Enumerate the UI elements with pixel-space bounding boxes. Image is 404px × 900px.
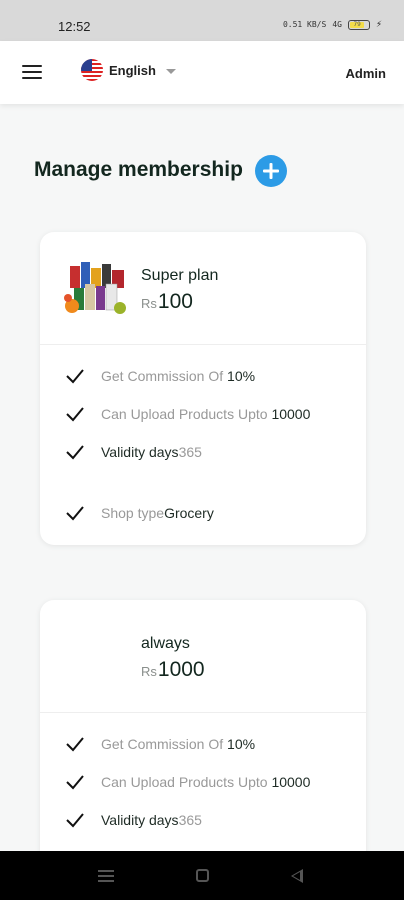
- language-selector[interactable]: English: [81, 59, 176, 81]
- app-bar: English Admin: [0, 41, 404, 104]
- feature-validity: Validity days365: [40, 433, 366, 471]
- feature-value: 10%: [227, 368, 256, 384]
- feature-label: Validity days: [101, 812, 179, 828]
- feature-value: 10000: [271, 406, 311, 422]
- battery-level: 79: [349, 21, 365, 28]
- currency-label: Rs: [141, 296, 157, 311]
- currency-label: Rs: [141, 664, 157, 679]
- feature-label: Validity days: [101, 444, 179, 460]
- checkmark-icon: [66, 775, 84, 790]
- network-speed: 0.51 KB/S: [282, 20, 327, 29]
- price-amount: 1000: [157, 658, 205, 681]
- feature-label: Can Upload Products Upto: [101, 406, 272, 422]
- feature-label: Can Upload Products Upto: [101, 774, 272, 790]
- feature-shop-type: Shop typeGrocery: [40, 494, 366, 532]
- feature-value: 365: [178, 444, 202, 460]
- plan-name: Super plan: [141, 267, 219, 284]
- checkmark-icon: [66, 407, 84, 422]
- checkmark-icon: [66, 506, 84, 521]
- checkmark-icon: [66, 445, 84, 460]
- membership-card[interactable]: always Rs 1000 Get Commission Of 10% Can…: [40, 600, 366, 880]
- membership-card[interactable]: Super plan Rs 100 Get Commission Of 10% …: [40, 232, 366, 545]
- plan-price: Rs 1000: [141, 658, 205, 682]
- checkmark-icon: [66, 737, 84, 752]
- card-header: Super plan Rs 100: [40, 232, 366, 345]
- feature-list: Get Commission Of 10% Can Upload Product…: [40, 713, 366, 839]
- feature-label: Get Commission Of: [101, 736, 228, 752]
- hamburger-menu-icon[interactable]: [22, 65, 42, 79]
- status-icons: 0.51 KB/S 4G 79 ⚡: [283, 19, 382, 30]
- status-time: 12:52: [58, 19, 91, 34]
- charging-icon: ⚡: [375, 19, 382, 30]
- status-bar: 12:52 0.51 KB/S 4G 79 ⚡: [0, 0, 404, 41]
- battery-icon: 79: [347, 19, 370, 30]
- plan-name: always: [141, 635, 190, 652]
- us-flag-icon: [81, 59, 103, 81]
- home-icon[interactable]: [196, 869, 209, 882]
- back-icon[interactable]: [291, 869, 303, 883]
- price-amount: 100: [157, 290, 193, 313]
- language-label: English: [109, 62, 156, 78]
- feature-value: 10%: [227, 736, 256, 752]
- feature-label: Shop type: [101, 505, 165, 521]
- checkmark-icon: [66, 813, 84, 828]
- card-header: always Rs 1000: [40, 600, 366, 713]
- feature-label: Get Commission Of: [101, 368, 228, 384]
- system-nav-bar: [0, 851, 404, 900]
- feature-upload: Can Upload Products Upto 10000: [40, 395, 366, 433]
- feature-value: 10000: [271, 774, 311, 790]
- admin-user-link[interactable]: Admin: [346, 66, 386, 81]
- feature-value: Grocery: [164, 505, 214, 521]
- chevron-down-icon: [165, 69, 176, 74]
- signal-label: 4G: [332, 20, 342, 29]
- plan-price: Rs 100: [141, 290, 193, 314]
- feature-list: Get Commission Of 10% Can Upload Product…: [40, 345, 366, 532]
- add-membership-button[interactable]: [255, 155, 287, 187]
- checkmark-icon: [66, 369, 84, 384]
- feature-validity: Validity days365: [40, 801, 366, 839]
- recent-apps-icon[interactable]: [98, 870, 114, 882]
- feature-upload: Can Upload Products Upto 10000: [40, 763, 366, 801]
- feature-commission: Get Commission Of 10%: [40, 725, 366, 763]
- grocery-products-image: [64, 260, 130, 316]
- plus-icon: [263, 163, 279, 179]
- feature-commission: Get Commission Of 10%: [40, 357, 366, 395]
- feature-value: 365: [178, 812, 202, 828]
- page-title: Manage membership: [34, 158, 243, 181]
